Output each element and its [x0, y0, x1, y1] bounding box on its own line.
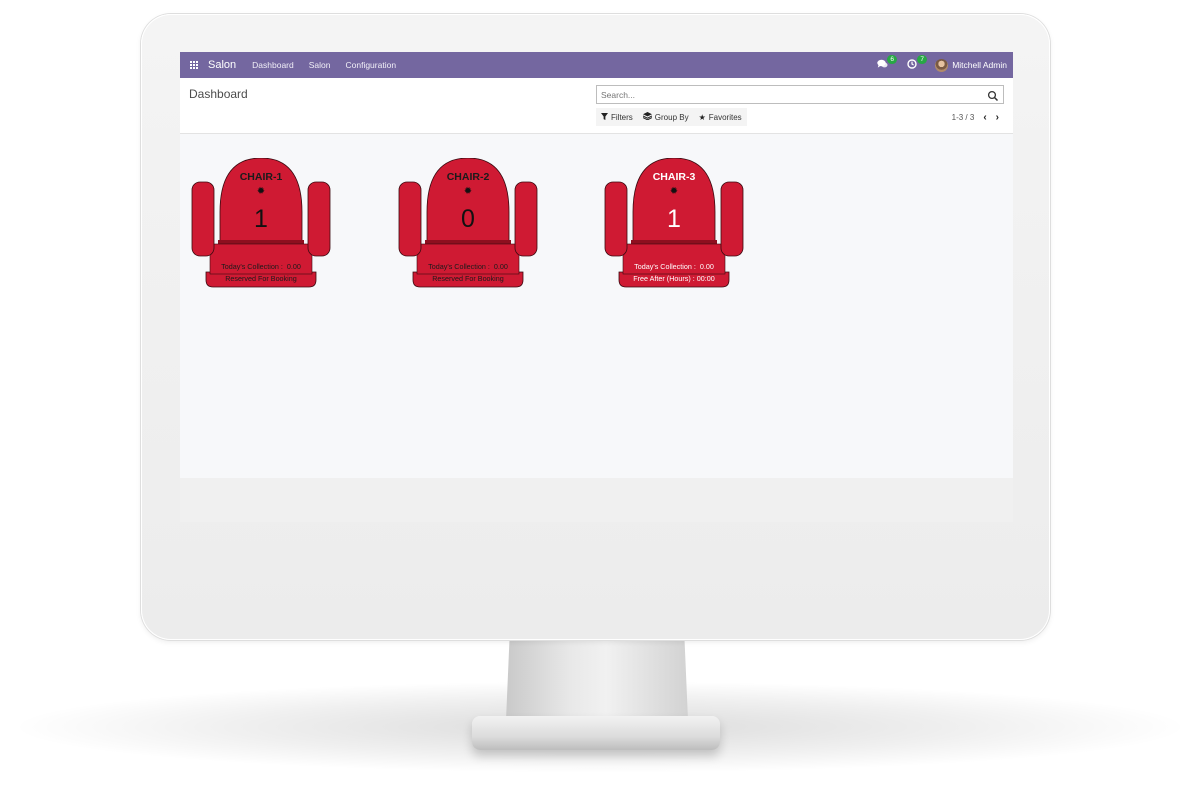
layers-icon: [642, 112, 653, 122]
collection-value: 0.00: [286, 262, 301, 271]
chair-card-1[interactable]: CHAIR-1 ✹ 1 Today's Collection : 0.00 Re…: [191, 158, 331, 290]
filter-funnel-icon: [601, 112, 608, 122]
chair-name: CHAIR-1: [239, 171, 283, 183]
top-navbar: Salon Dashboard Salon Configuration 6 7: [180, 52, 1013, 78]
filters-dropdown-button[interactable]: Filters: [596, 108, 638, 126]
chair-status: Reserved For Booking: [225, 274, 297, 283]
user-avatar[interactable]: [935, 58, 949, 72]
favorites-label: Favorites: [708, 112, 742, 122]
chair-card-3[interactable]: CHAIR-3 ✹ 1 Today's Collection : 0.00 Fr…: [604, 158, 744, 290]
search-icon[interactable]: [987, 89, 999, 101]
collection-value: 0.00: [699, 262, 714, 271]
clock-icon: [907, 58, 917, 72]
chair-name: CHAIR-3: [652, 171, 696, 183]
gear-icon[interactable]: ✹: [461, 186, 475, 198]
control-panel: Dashboard Filters Group: [180, 78, 1013, 134]
gear-icon[interactable]: ✹: [667, 186, 681, 198]
collection-value: 0.00: [493, 262, 508, 271]
gear-icon[interactable]: ✹: [254, 186, 268, 198]
navbar-systray: 6 7 Mitchell Admin: [875, 55, 1007, 72]
group-by-dropdown-button[interactable]: Group By: [638, 108, 694, 126]
content-footer-band: [180, 478, 1013, 522]
chair-status: Free After (Hours) : 00:00: [633, 274, 715, 283]
apps-menu-icon[interactable]: [190, 61, 198, 69]
chair-card-2[interactable]: CHAIR-2 ✹ 0 Today's Collection : 0.00 Re…: [398, 158, 538, 290]
messages-count-badge: 6: [887, 55, 898, 64]
chair-status: Reserved For Booking: [432, 274, 504, 283]
pager: 1-3 / 3 ‹ ›: [952, 112, 999, 123]
collection-label: Today's Collection :: [428, 262, 490, 271]
nav-item-salon[interactable]: Salon: [309, 60, 331, 70]
monitor-stand-base: [472, 716, 720, 750]
app-brand[interactable]: Salon: [208, 59, 236, 71]
activities-button[interactable]: 7: [905, 55, 928, 72]
stage: Salon Dashboard Salon Configuration 6 7: [0, 0, 1200, 800]
messages-button[interactable]: 6: [875, 55, 898, 72]
star-icon: ★: [698, 112, 706, 122]
pager-next-icon[interactable]: ›: [996, 112, 999, 123]
chair-collection-line: Today's Collection : 0.00: [398, 262, 538, 271]
page-title[interactable]: Dashboard: [189, 87, 248, 101]
user-menu[interactable]: Mitchell Admin: [952, 60, 1007, 70]
pager-previous-icon[interactable]: ‹: [983, 112, 986, 123]
chair-booking-count: 1: [667, 205, 681, 233]
nav-item-dashboard[interactable]: Dashboard: [252, 60, 294, 70]
monitor-stand-neck: [506, 636, 688, 720]
group-by-label: Group By: [654, 112, 689, 122]
filters-label: Filters: [611, 112, 633, 122]
collection-label: Today's Collection :: [634, 262, 696, 271]
screen: Salon Dashboard Salon Configuration 6 7: [180, 52, 1013, 522]
collection-label: Today's Collection :: [221, 262, 283, 271]
chair-collection-line: Today's Collection : 0.00: [604, 262, 744, 271]
search-bar: [596, 85, 1004, 104]
chair-collection-line: Today's Collection : 0.00: [191, 262, 331, 271]
pager-value[interactable]: 1-3 / 3: [952, 113, 975, 122]
search-input[interactable]: [597, 89, 987, 100]
search-options-bar: Filters Group By ★ Favorites: [596, 108, 747, 126]
chair-booking-count: 1: [254, 205, 268, 233]
chat-bubbles-icon: [876, 59, 888, 72]
chair-name: CHAIR-2: [446, 171, 490, 183]
chair-booking-count: 0: [461, 205, 475, 233]
nav-item-configuration[interactable]: Configuration: [345, 60, 396, 70]
activities-count-badge: 7: [917, 55, 928, 64]
favorites-dropdown-button[interactable]: ★ Favorites: [694, 108, 747, 126]
